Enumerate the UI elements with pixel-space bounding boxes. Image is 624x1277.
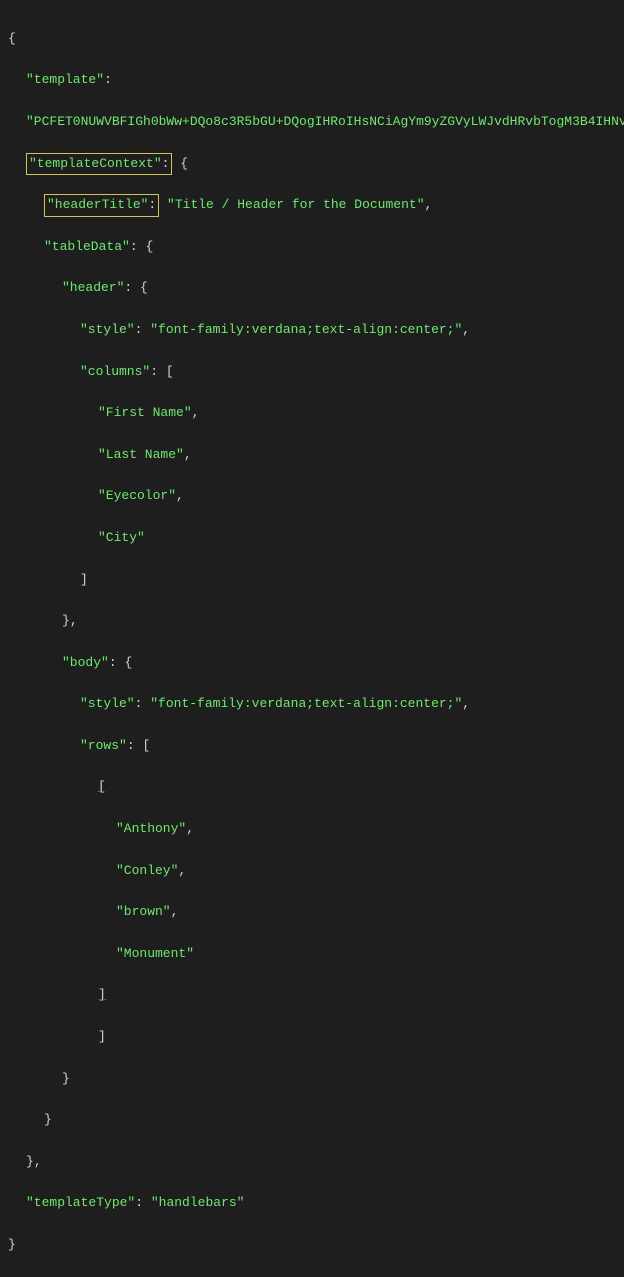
- json-code-block: { "template": "PCFET0NUWVBFIGh0bWw+DQo8c…: [8, 8, 616, 1277]
- rows-array-close: ]: [8, 1027, 616, 1048]
- key-tableData: "tableData": {: [8, 237, 616, 258]
- columns-close: ]: [8, 570, 616, 591]
- tableData-close: }: [8, 1110, 616, 1131]
- row-value: "Conley",: [8, 861, 616, 882]
- brace-open: {: [8, 29, 616, 50]
- key-header: "header": {: [8, 278, 616, 299]
- key-templateType: "templateType": "handlebars": [8, 1193, 616, 1214]
- key-style-header: "style": "font-family:verdana;text-align…: [8, 320, 616, 341]
- key-style-body: "style": "font-family:verdana;text-align…: [8, 694, 616, 715]
- header-close: },: [8, 611, 616, 632]
- key-headerTitle: "headerTitle": "Title / Header for the D…: [8, 195, 616, 216]
- row-value: "brown",: [8, 902, 616, 923]
- brace-close: }: [8, 1235, 616, 1256]
- row-array-open: [: [8, 777, 616, 798]
- row-value: "Monument": [8, 944, 616, 965]
- column-value: "City": [8, 528, 616, 549]
- column-value: "Last Name",: [8, 445, 616, 466]
- row-array-close: ]: [8, 985, 616, 1006]
- key-body: "body": {: [8, 653, 616, 674]
- key-templateContext: "templateContext": {: [8, 154, 616, 175]
- key-rows: "rows": [: [8, 736, 616, 757]
- body-close: }: [8, 1069, 616, 1090]
- column-value: "Eyecolor",: [8, 486, 616, 507]
- value-template: "PCFET0NUWVBFIGh0bWw+DQo8c3R5bGU+DQogIHR…: [8, 112, 616, 133]
- templateContext-close: },: [8, 1152, 616, 1173]
- row-value: "Anthony",: [8, 819, 616, 840]
- column-value: "First Name",: [8, 403, 616, 424]
- key-template: "template":: [8, 70, 616, 91]
- key-columns: "columns": [: [8, 362, 616, 383]
